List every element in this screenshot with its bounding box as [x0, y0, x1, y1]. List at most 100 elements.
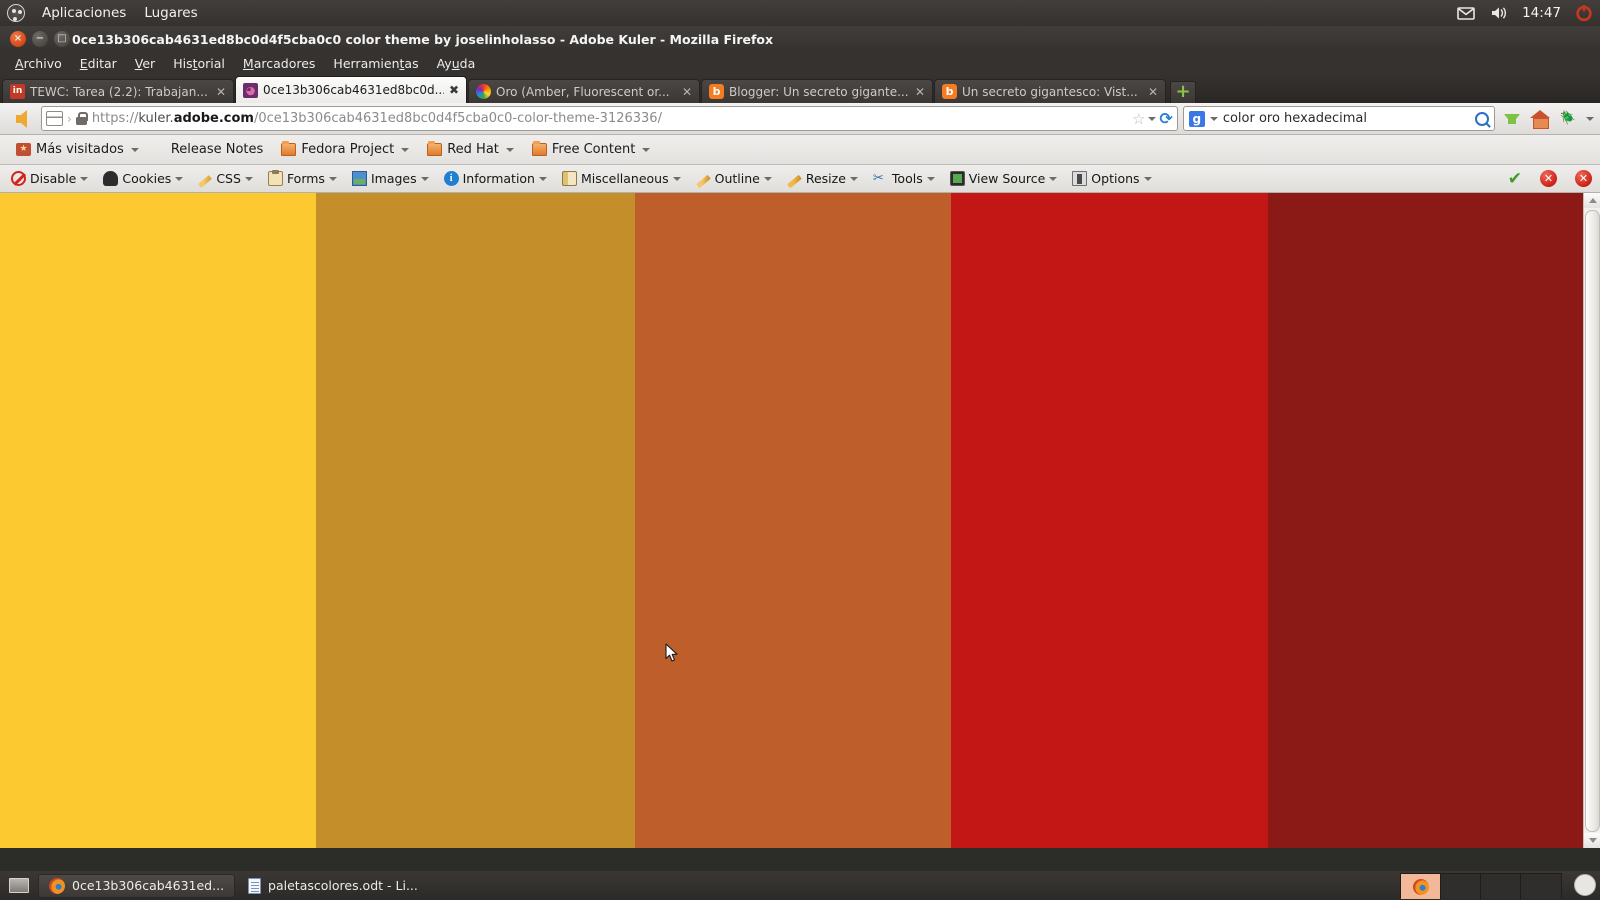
chevron-down-icon[interactable] — [1209, 116, 1218, 121]
envelope-icon[interactable] — [1456, 3, 1476, 23]
search-input[interactable]: color oro hexadecimal — [1223, 111, 1470, 126]
chevron-down-icon[interactable] — [1148, 116, 1157, 121]
trash-icon[interactable] — [1574, 874, 1596, 896]
devtool-miscellaneous[interactable]: Miscellaneous — [555, 169, 688, 188]
green-check-icon[interactable]: ✔ — [1508, 169, 1522, 189]
bookmark-fedora-project[interactable]: Fedora Project — [273, 140, 417, 159]
search-bar[interactable]: g color oro hexadecimal — [1182, 106, 1495, 131]
tab-strip: TEWC: Tarea (2.2): Trabajan... ✕ 0ce13b3… — [0, 75, 1600, 103]
url-bar[interactable]: › https://kuler.adobe.com/0ce13b306cab46… — [41, 106, 1178, 131]
workspace-3[interactable] — [1481, 874, 1521, 899]
chevron-down-icon — [130, 147, 139, 152]
devtool-label: Resize — [805, 171, 846, 186]
tab-close-icon[interactable]: ✕ — [915, 85, 925, 99]
show-desktop-button[interactable] — [0, 871, 38, 900]
tab-oro[interactable]: Oro (Amber, Fluorescent or... ✕ — [468, 79, 700, 103]
workspace-4[interactable] — [1521, 874, 1561, 899]
bookmark-label: Red Hat — [447, 142, 499, 157]
most-visited-icon — [16, 143, 31, 156]
menu-marcadores[interactable]: Marcadores — [234, 52, 325, 75]
color-swatch-2[interactable] — [316, 193, 635, 848]
devtool-resize[interactable]: Resize — [780, 169, 865, 188]
red-error-icon[interactable] — [1540, 170, 1557, 187]
new-tab-button[interactable]: + — [1170, 81, 1196, 103]
reload-icon[interactable]: ⟳ — [1159, 109, 1172, 128]
scrollbar-thumb[interactable] — [1585, 210, 1600, 832]
devtool-cookies[interactable]: Cookies — [96, 169, 190, 188]
chevron-down-icon — [763, 176, 772, 181]
menu-ayuda[interactable]: Ayuda — [428, 52, 485, 75]
devtool-information[interactable]: Information — [437, 169, 554, 188]
bug-icon[interactable]: 🪲 — [1560, 111, 1576, 126]
tab-kuler[interactable]: 0ce13b306cab4631ed8bc0d... ✖ — [235, 76, 467, 103]
kuler-icon — [243, 82, 258, 98]
menu-historial[interactable]: Historial — [164, 52, 234, 75]
devtool-tools[interactable]: ✂ Tools — [866, 169, 942, 188]
firefox-icon — [49, 877, 65, 894]
download-arrow-icon[interactable] — [1503, 113, 1520, 124]
taskbar-window-label: 0ce13b306cab4631ed... — [72, 878, 225, 893]
magnifier-icon[interactable] — [1474, 111, 1489, 126]
menu-archivo[interactable]: Archivo — [6, 52, 71, 75]
chevron-down-icon[interactable] — [1586, 116, 1594, 121]
menu-herramientas[interactable]: Herramientas — [324, 52, 427, 75]
panel-clock[interactable]: 14:47 — [1522, 5, 1561, 21]
info-icon — [443, 171, 459, 186]
color-swatch-1[interactable] — [0, 193, 316, 848]
tab-close-icon[interactable]: ✕ — [1148, 85, 1158, 99]
site-identity-button[interactable]: › — [46, 111, 89, 126]
pencil-icon — [198, 174, 213, 188]
volume-icon[interactable] — [1489, 3, 1509, 23]
bookmark-mas-visitados[interactable]: Más visitados — [8, 140, 147, 159]
workspace-1[interactable] — [1401, 874, 1441, 899]
color-swatch-3[interactable] — [635, 193, 951, 848]
window-title: 0ce13b306cab4631ed8bc0d4f5cba0c0 color t… — [72, 31, 774, 47]
url-subdomain: kuler. — [138, 111, 174, 126]
devtool-images[interactable]: Images — [345, 169, 436, 188]
chevron-down-icon — [175, 176, 184, 181]
tab-close-icon[interactable]: ✖ — [449, 83, 459, 97]
devtool-outline[interactable]: Outline — [689, 169, 779, 188]
workspace-2[interactable] — [1441, 874, 1481, 899]
tab-secreto-gigantesco[interactable]: Un secreto gigantesco: Vist... ✕ — [934, 79, 1166, 103]
bookmark-free-content[interactable]: Free Content — [524, 140, 658, 159]
tab-tewc[interactable]: TEWC: Tarea (2.2): Trabajan... ✕ — [2, 79, 234, 103]
panel-menu-lugares[interactable]: Lugares — [135, 0, 206, 26]
bookmark-red-hat[interactable]: Red Hat — [419, 140, 522, 159]
menu-editar[interactable]: Editar — [71, 52, 126, 75]
tab-label: Blogger: Un secreto gigante... — [729, 84, 909, 99]
taskbar-window-firefox[interactable]: 0ce13b306cab4631ed... — [38, 873, 236, 898]
tab-label: TEWC: Tarea (2.2): Trabajan... — [30, 84, 208, 99]
devtool-label: Disable — [30, 171, 77, 186]
tab-close-icon[interactable]: ✕ — [682, 85, 692, 99]
red-error-icon[interactable] — [1575, 170, 1592, 187]
tab-close-icon[interactable]: ✕ — [216, 85, 226, 99]
panel-menu-aplicaciones[interactable]: Aplicaciones — [33, 0, 135, 26]
menu-ver[interactable]: Ver — [126, 52, 164, 75]
devtool-view-source[interactable]: View Source — [943, 169, 1065, 188]
devtool-forms[interactable]: Forms — [261, 169, 344, 188]
document-icon — [248, 877, 262, 894]
devtool-disable[interactable]: Disable — [4, 169, 95, 188]
scroll-down-arrow-icon[interactable] — [1584, 833, 1600, 848]
firefox-menubar: Archivo Editar Ver Historial Marcadores … — [0, 52, 1600, 75]
google-icon[interactable]: g — [1188, 110, 1205, 127]
color-swatch-5[interactable] — [1268, 193, 1583, 848]
bookmark-release-notes[interactable]: Release Notes — [163, 140, 271, 159]
tab-blogger[interactable]: Blogger: Un secreto gigante... ✕ — [701, 79, 933, 103]
tools-icon: ✂ — [872, 171, 884, 186]
url-text: https://kuler.adobe.com/0ce13b306cab4631… — [92, 111, 1127, 126]
back-button[interactable] — [6, 106, 36, 132]
ubuntu-logo-icon[interactable] — [7, 4, 25, 22]
devtool-options[interactable]: Options — [1065, 169, 1158, 188]
taskbar-window-paletascolores[interactable]: paletascolores.odt - Li... — [237, 874, 429, 898]
blogger-icon — [709, 84, 724, 99]
bookmarks-toolbar: Más visitados Release Notes Fedora Proje… — [0, 135, 1600, 165]
home-icon[interactable] — [1529, 110, 1550, 129]
vertical-scrollbar[interactable] — [1583, 193, 1600, 848]
star-icon[interactable]: ☆ — [1132, 110, 1145, 128]
power-gear-icon[interactable] — [1574, 3, 1594, 23]
scroll-up-arrow-icon[interactable] — [1584, 193, 1600, 208]
devtool-css[interactable]: CSS — [191, 169, 260, 188]
color-swatch-4[interactable] — [951, 193, 1268, 848]
